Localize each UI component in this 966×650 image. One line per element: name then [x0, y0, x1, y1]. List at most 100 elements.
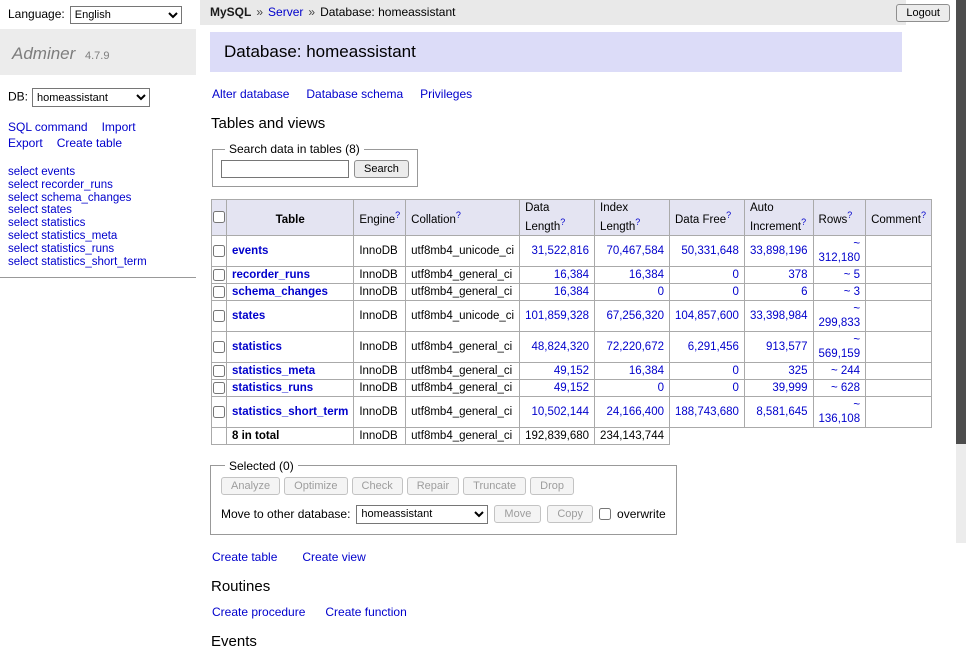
- index-length-link[interactable]: 70,467,584: [606, 245, 664, 257]
- select-link[interactable]: select: [8, 217, 38, 229]
- data-free-link[interactable]: 104,857,600: [675, 310, 739, 322]
- table-name-link[interactable]: recorder_runs: [232, 269, 310, 281]
- logout-button[interactable]: Logout: [896, 4, 950, 22]
- data-length-link[interactable]: 48,824,320: [531, 341, 589, 353]
- search-button[interactable]: Search: [354, 160, 409, 178]
- table-link[interactable]: schema_changes: [41, 192, 131, 204]
- row-checkbox[interactable]: [213, 245, 225, 257]
- search-input[interactable]: [221, 160, 349, 178]
- data-free-link[interactable]: 0: [733, 269, 739, 281]
- breadcrumb-mysql-link[interactable]: MySQL: [210, 5, 251, 19]
- row-checkbox[interactable]: [213, 406, 225, 418]
- table-link[interactable]: statistics_runs: [41, 243, 114, 255]
- table-link[interactable]: statistics_meta: [41, 230, 117, 242]
- auto-increment-link[interactable]: 6: [801, 286, 807, 298]
- table-name-link[interactable]: statistics: [232, 341, 282, 353]
- row-checkbox[interactable]: [213, 341, 225, 353]
- repair-button[interactable]: Repair: [407, 477, 459, 495]
- drop-button[interactable]: Drop: [530, 477, 574, 495]
- index-length-link[interactable]: 0: [658, 382, 664, 394]
- select-all-checkbox[interactable]: [213, 211, 225, 223]
- table-name-link[interactable]: states: [232, 310, 265, 322]
- auto-increment-link[interactable]: 39,999: [772, 382, 807, 394]
- data-length-link[interactable]: 101,859,328: [525, 310, 589, 322]
- data-free-link[interactable]: 0: [733, 286, 739, 298]
- index-length-link[interactable]: 0: [658, 286, 664, 298]
- create-function-link[interactable]: Create function: [325, 605, 406, 619]
- auto-increment-link[interactable]: 913,577: [766, 341, 808, 353]
- select-link[interactable]: select: [8, 204, 38, 216]
- check-button[interactable]: Check: [352, 477, 403, 495]
- analyze-button[interactable]: Analyze: [221, 477, 280, 495]
- auto-increment-link[interactable]: 378: [788, 269, 807, 281]
- select-link[interactable]: select: [8, 230, 38, 242]
- table-name-link[interactable]: statistics_short_term: [232, 406, 348, 418]
- data-length-link[interactable]: 49,152: [554, 382, 589, 394]
- scrollbar-track[interactable]: [956, 0, 966, 543]
- data-length-link[interactable]: 16,384: [554, 286, 589, 298]
- sidebar-create-table-link[interactable]: Create table: [57, 136, 122, 150]
- data-length-link[interactable]: 49,152: [554, 365, 589, 377]
- create-view-link[interactable]: Create view: [302, 550, 365, 564]
- copy-button[interactable]: Copy: [547, 505, 593, 523]
- import-link[interactable]: Import: [102, 120, 136, 134]
- privileges-link[interactable]: Privileges: [420, 87, 472, 101]
- rows-link[interactable]: ~ 3: [844, 286, 860, 298]
- data-free-link[interactable]: 6,291,456: [688, 341, 739, 353]
- truncate-button[interactable]: Truncate: [463, 477, 526, 495]
- table-name-link[interactable]: schema_changes: [232, 286, 328, 298]
- row-checkbox[interactable]: [213, 310, 225, 322]
- move-db-select[interactable]: homeassistant: [356, 505, 488, 524]
- rows-link[interactable]: ~ 299,833: [819, 303, 861, 329]
- rows-link[interactable]: ~ 5: [844, 269, 860, 281]
- language-select[interactable]: English: [70, 6, 182, 24]
- table-link[interactable]: states: [41, 204, 72, 216]
- data-free-link[interactable]: 0: [733, 382, 739, 394]
- row-checkbox[interactable]: [213, 365, 225, 377]
- row-checkbox[interactable]: [213, 286, 225, 298]
- breadcrumb-server-link[interactable]: Server: [268, 5, 303, 19]
- data-free-link[interactable]: 188,743,680: [675, 406, 739, 418]
- select-link[interactable]: select: [8, 256, 38, 268]
- table-name-link[interactable]: statistics_meta: [232, 365, 315, 377]
- data-length-link[interactable]: 10,502,144: [531, 406, 589, 418]
- index-length-link[interactable]: 16,384: [629, 365, 664, 377]
- table-name-link[interactable]: statistics_runs: [232, 382, 313, 394]
- select-link[interactable]: select: [8, 179, 38, 191]
- optimize-button[interactable]: Optimize: [284, 477, 347, 495]
- db-select[interactable]: homeassistant: [32, 88, 150, 107]
- data-free-link[interactable]: 0: [733, 365, 739, 377]
- sql-command-link[interactable]: SQL command: [8, 120, 88, 134]
- select-link[interactable]: select: [8, 243, 38, 255]
- index-length-link[interactable]: 16,384: [629, 269, 664, 281]
- alter-database-link[interactable]: Alter database: [212, 87, 289, 101]
- auto-increment-link[interactable]: 33,398,984: [750, 310, 808, 322]
- table-link[interactable]: events: [41, 166, 75, 178]
- rows-link[interactable]: ~ 628: [831, 382, 860, 394]
- index-length-link[interactable]: 24,166,400: [606, 406, 664, 418]
- export-link[interactable]: Export: [8, 136, 43, 150]
- rows-link[interactable]: ~ 569,159: [819, 334, 861, 360]
- index-length-link[interactable]: 72,220,672: [606, 341, 664, 353]
- rows-link[interactable]: ~ 136,108: [819, 399, 861, 425]
- data-length-link[interactable]: 16,384: [554, 269, 589, 281]
- table-name-link[interactable]: events: [232, 245, 268, 257]
- auto-increment-link[interactable]: 33,898,196: [750, 245, 808, 257]
- auto-increment-link[interactable]: 8,581,645: [756, 406, 807, 418]
- select-link[interactable]: select: [8, 192, 38, 204]
- data-free-link[interactable]: 50,331,648: [681, 245, 739, 257]
- create-procedure-link[interactable]: Create procedure: [212, 605, 305, 619]
- move-button[interactable]: Move: [494, 505, 541, 523]
- overwrite-checkbox[interactable]: [599, 508, 611, 520]
- row-checkbox[interactable]: [213, 269, 225, 281]
- data-length-link[interactable]: 31,522,816: [531, 245, 589, 257]
- table-link[interactable]: statistics: [41, 217, 85, 229]
- auto-increment-link[interactable]: 325: [788, 365, 807, 377]
- table-link[interactable]: statistics_short_term: [41, 256, 146, 268]
- scrollbar-thumb[interactable]: [956, 0, 966, 444]
- select-link[interactable]: select: [8, 166, 38, 178]
- rows-link[interactable]: ~ 312,180: [819, 238, 861, 264]
- rows-link[interactable]: ~ 244: [831, 365, 860, 377]
- create-table-link[interactable]: Create table: [212, 550, 277, 564]
- index-length-link[interactable]: 67,256,320: [606, 310, 664, 322]
